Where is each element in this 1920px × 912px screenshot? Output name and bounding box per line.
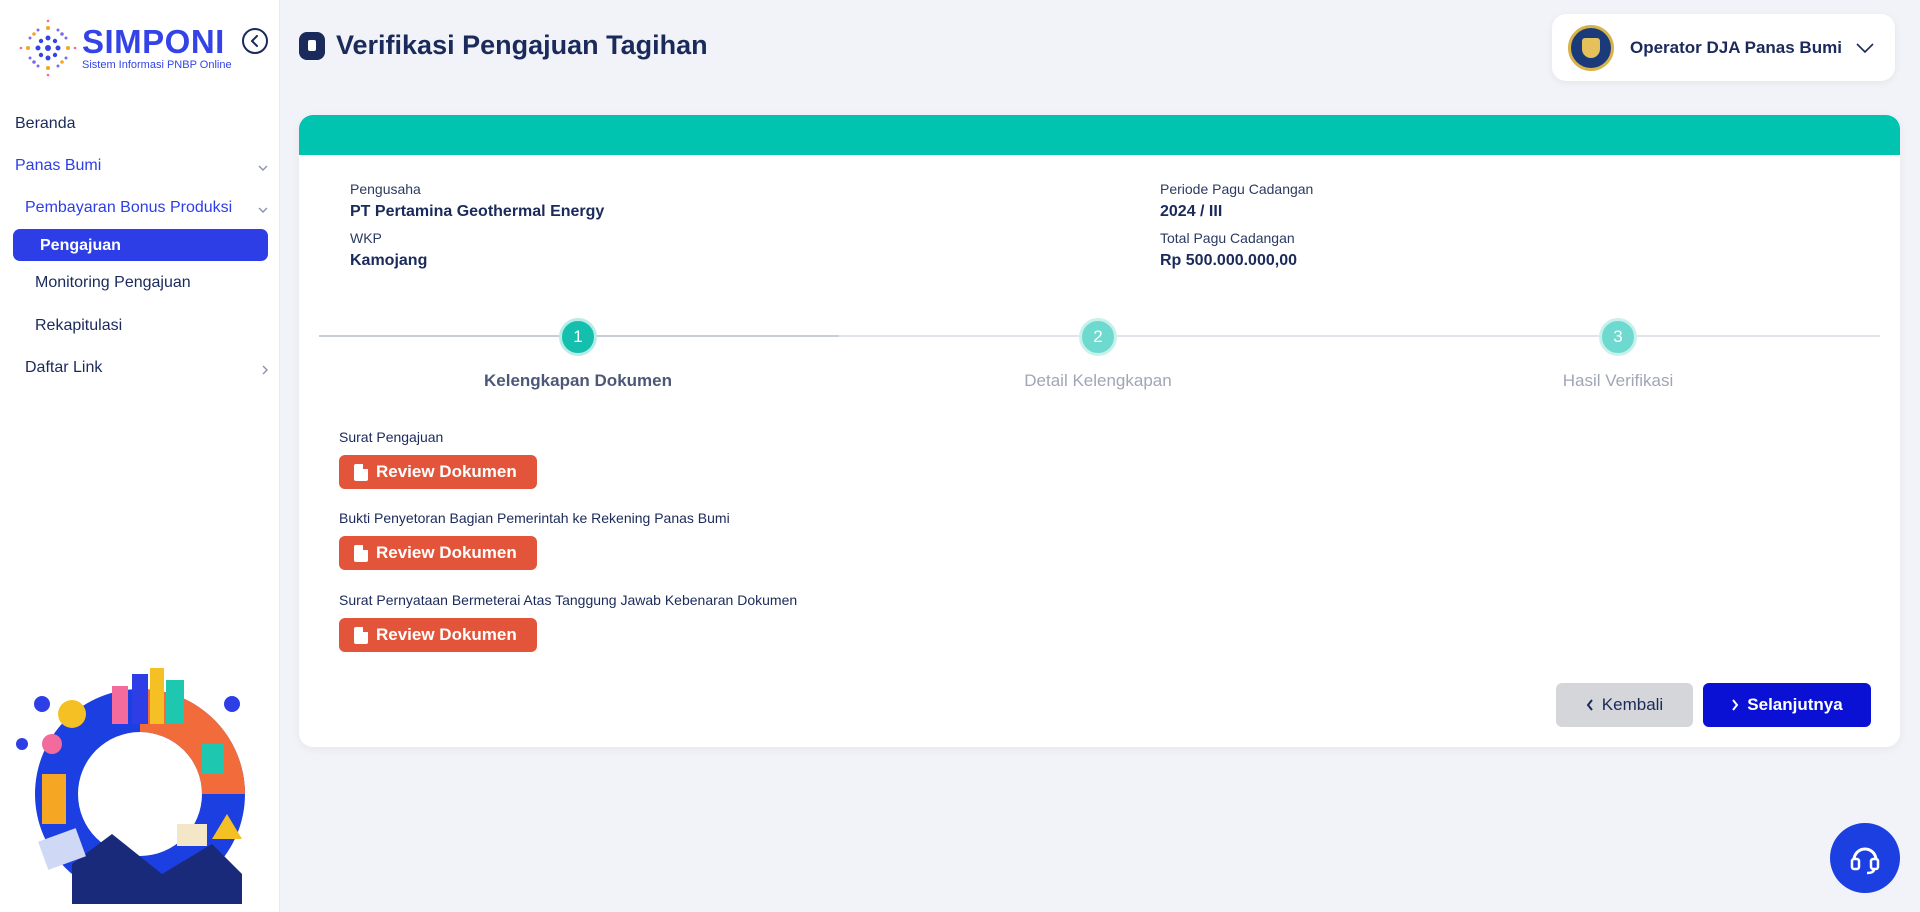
wkp-value: Kamojang [350,252,428,269]
user-menu[interactable]: Operator DJA Panas Bumi [1552,14,1895,81]
sidebar-item-daftar-link[interactable]: Daftar Link [25,359,102,377]
step-1-indicator: 1 [559,318,597,356]
brand-subtitle: Sistem Informasi PNBP Online [82,58,232,71]
headset-icon [1850,847,1880,875]
page-header: Verifikasi Pengajuan Tagihan [299,30,708,61]
chevron-down-icon [258,207,268,213]
pengusaha-label: Pengusaha [350,181,421,197]
sidebar-item-pembayaran-bonus-produksi[interactable]: Pembayaran Bonus Produksi [25,199,232,217]
step-line [839,335,1880,337]
periode-value: 2024 / III [1160,203,1223,220]
step-3-indicator: 3 [1599,318,1637,356]
pdf-icon [354,626,368,644]
collapse-sidebar-button[interactable] [242,28,268,54]
chevron-right-icon [1732,699,1739,711]
review-document-button[interactable]: Review Dokumen [339,536,537,570]
total-label: Total Pagu Cadangan [1160,230,1295,246]
sidebar-item-pengajuan[interactable]: Pengajuan [13,229,268,261]
user-name: Operator DJA Panas Bumi [1630,37,1842,57]
document-label: Surat Pengajuan [339,429,444,445]
pdf-icon [354,544,368,562]
chevron-left-icon [1586,699,1593,711]
card-header-bar [299,115,1900,155]
user-avatar [1568,24,1614,71]
chevron-down-icon [1856,42,1874,53]
next-button[interactable]: Selanjutnya [1703,683,1871,727]
clipboard-icon [299,31,325,60]
brand-logo[interactable]: SIMPONI Sistem Informasi PNBP Online [18,18,232,78]
sidebar-illustration-image [16,668,245,904]
info-wkp: WKP Kamojang [350,230,427,270]
next-button-label: Selanjutnya [1747,695,1843,714]
step-3-label: Hasil Verifikasi [1562,371,1674,390]
help-support-button[interactable] [1830,823,1900,893]
verification-card: Pengusaha PT Pertamina Geothermal Energy… [299,115,1900,747]
sidebar-item-rekapitulasi[interactable]: Rekapitulasi [35,317,122,335]
simponi-logo-icon [19,19,77,77]
total-value: Rp 500.000.000,00 [1160,252,1297,269]
pdf-icon [354,463,368,481]
page-title: Verifikasi Pengajuan Tagihan [336,30,708,60]
back-button[interactable]: Kembali [1556,683,1693,727]
info-periode: Periode Pagu Cadangan 2024 / III [1160,181,1313,221]
brand-title: SIMPONI [82,22,225,60]
pengusaha-value: PT Pertamina Geothermal Energy [350,203,605,220]
periode-label: Periode Pagu Cadangan [1160,181,1314,197]
back-button-label: Kembali [1601,695,1664,714]
review-document-button[interactable]: Review Dokumen [339,618,537,652]
chevron-right-icon [262,365,268,375]
info-pengusaha: Pengusaha PT Pertamina Geothermal Energy [350,181,604,221]
review-document-button[interactable]: Review Dokumen [339,455,537,489]
step-2-indicator: 2 [1079,318,1117,356]
sidebar-item-monitoring-pengajuan[interactable]: Monitoring Pengajuan [35,274,191,292]
wkp-label: WKP [350,230,382,246]
sidebar-item-beranda[interactable]: Beranda [15,115,76,133]
step-1-label: Kelengkapan Dokumen [484,371,672,390]
chevron-down-icon [258,165,268,171]
document-label: Surat Pernyataan Bermeterai Atas Tanggun… [339,592,798,608]
review-button-label: Review Dokumen [376,625,517,644]
stepper: 1 Kelengkapan Dokumen 2 Detail Kelengkap… [319,318,1880,390]
review-button-label: Review Dokumen [376,462,517,481]
sidebar-item-panas-bumi[interactable]: Panas Bumi [15,157,101,175]
sidebar: SIMPONI Sistem Informasi PNBP Online Ber… [0,0,280,912]
info-total: Total Pagu Cadangan Rp 500.000.000,00 [1160,230,1297,270]
document-label: Bukti Penyetoran Bagian Pemerintah ke Re… [339,510,730,526]
chevron-left-icon [251,35,258,47]
review-button-label: Review Dokumen [376,543,517,562]
step-2-label: Detail Kelengkapan [1024,371,1172,390]
